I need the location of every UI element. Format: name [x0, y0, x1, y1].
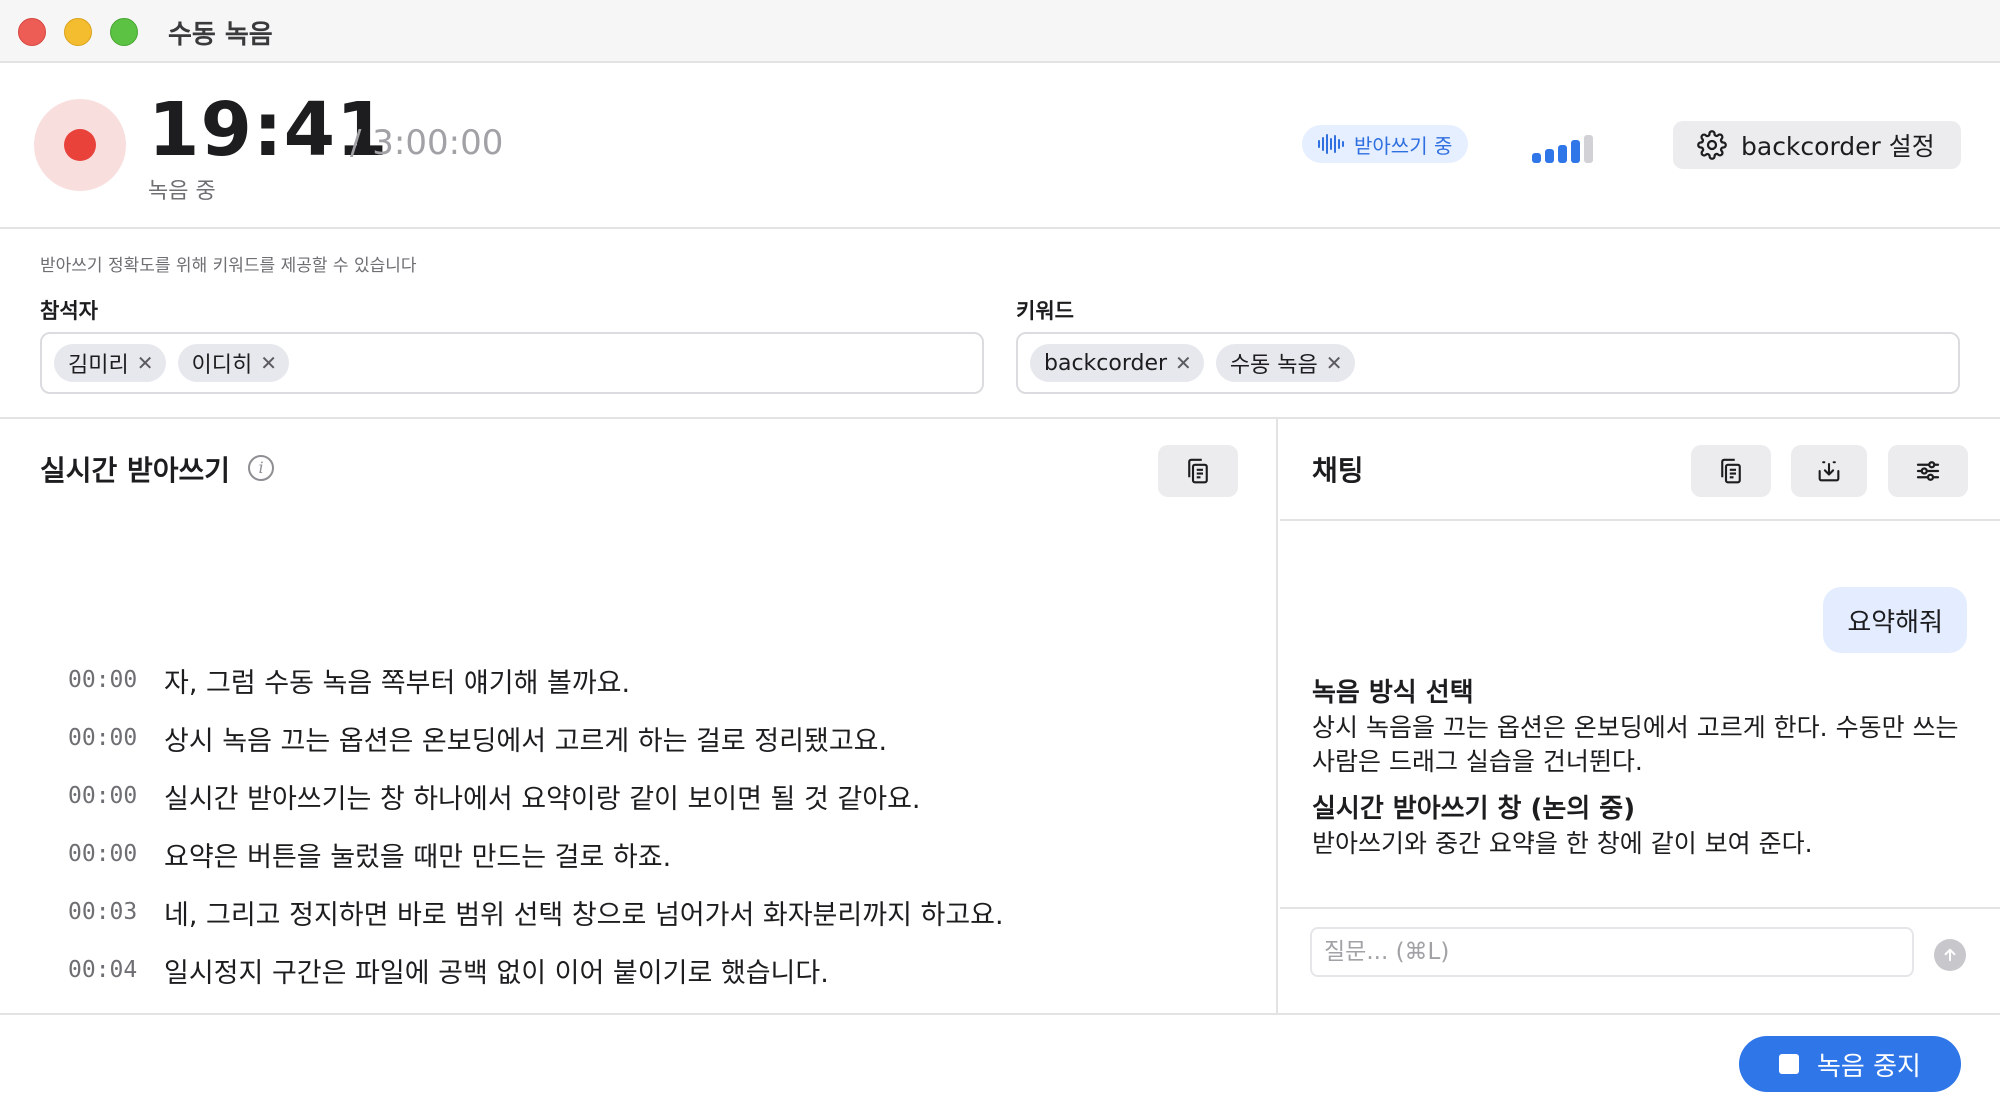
copy-transcript-button[interactable] [1158, 445, 1238, 497]
transcript-line: 00:00 요약은 버튼을 눌렀을 때만 만드는 걸로 하죠. [68, 825, 1004, 883]
recording-status: 녹음 중 [148, 179, 216, 204]
transcript-timestamp[interactable]: 00:00 [68, 725, 164, 751]
settings-button-label: backcorder 설정 [1741, 132, 1935, 161]
transcript-timestamp[interactable]: 00:00 [68, 667, 164, 693]
audio-level-meter [1532, 133, 1612, 163]
level-bar [1571, 140, 1580, 163]
transcript-line: 00:00 자, 그럼 수동 녹음 쪽부터 얘기해 볼까요. [68, 651, 1004, 709]
transcript-timestamp[interactable]: 00:00 [68, 783, 164, 809]
copy-icon [1721, 458, 1741, 484]
level-bar [1558, 145, 1567, 163]
transcript-panel: 실시간 받아쓰기 i 00:00 자, 그럼 수동 녹음 쪽부터 얘기해 볼까요.… [0, 419, 1278, 1013]
participant-chip-label: 이디히 [191, 353, 253, 378]
waveform-icon [1318, 134, 1344, 154]
chat-options-button[interactable] [1888, 445, 1968, 497]
summary-body: 상시 녹음을 끄는 옵션은 온보딩에서 고르게 한다. 수동만 쓰는 사람은 드… [1312, 713, 1959, 776]
send-button[interactable] [1934, 939, 1966, 971]
transcribing-label: 받아쓰기 중 [1354, 133, 1453, 158]
transcript-line: 00:00 실시간 받아쓰기는 창 하나에서 요약이랑 같이 보이면 될 것 같아… [68, 767, 1004, 825]
chat-panel: 채팅 요약해줘 녹음 방식 선택 상시 녹음을 끄는 옵션은 온보딩에서 고르게… [1280, 419, 2000, 1013]
stop-icon [1779, 1054, 1800, 1074]
chat-header: 채팅 [1280, 419, 2000, 521]
record-dot-icon [64, 129, 96, 161]
summary-body: 받아쓰기와 중간 요약을 한 창에 같이 보여 준다. [1312, 829, 1813, 858]
transcript-line: 00:04 일시정지 구간은 파일에 공백 없이 이어 붙이기로 했습니다. [68, 941, 1004, 999]
transcript-timestamp[interactable]: 00:03 [68, 899, 164, 925]
level-bar [1545, 149, 1554, 163]
keyword-chip: backcorder ✕ [1030, 344, 1204, 382]
summary-heading: 녹음 방식 선택 [1312, 678, 1474, 708]
download-chat-button[interactable] [1791, 445, 1867, 497]
remove-chip-icon[interactable]: ✕ [1326, 351, 1343, 375]
keyword-chip-label: 수동 녹음 [1229, 353, 1318, 378]
summary-heading: 실시간 받아쓰기 창 (논의 중) [1312, 794, 1636, 824]
keyword-hint: 받아쓰기 정확도를 위해 키워드를 제공할 수 있습니다 [40, 256, 417, 276]
transcript-lines: 00:00 자, 그럼 수동 녹음 쪽부터 얘기해 볼까요. 00:00 상시 녹음… [68, 651, 1004, 999]
footer-bar: 녹음 중지 [0, 1013, 2000, 1111]
chat-composer [1280, 907, 2000, 1013]
transcript-text: 일시정지 구간은 파일에 공백 없이 이어 붙이기로 했습니다. [164, 957, 829, 989]
time-limit: / 3:00:00 [350, 123, 504, 163]
transcript-text: 자, 그럼 수동 녹음 쪽부터 얘기해 볼까요. [164, 667, 631, 699]
transcript-title: 실시간 받아쓰기 [40, 454, 231, 487]
user-message-bubble: 요약해줘 [1823, 587, 1967, 653]
keywords-label: 키워드 [1016, 299, 1074, 323]
arrow-up-icon [1944, 948, 1956, 962]
level-bar [1584, 135, 1593, 163]
transcript-line: 00:00 상시 녹음 끄는 옵션은 온보딩에서 고르게 하는 걸로 정리됐고요. [68, 709, 1004, 767]
transcript-line: 00:03 네, 그리고 정지하면 바로 범위 선택 창으로 넘어가서 화자분리까… [68, 883, 1004, 941]
assistant-summary: 녹음 방식 선택 상시 녹음을 끄는 옵션은 온보딩에서 고르게 한다. 수동만… [1312, 675, 1972, 873]
info-icon[interactable]: i [248, 455, 274, 481]
remove-chip-icon[interactable]: ✕ [137, 351, 154, 375]
window-minimize-button[interactable] [64, 18, 92, 46]
keyword-chip-label: backcorder [1044, 350, 1168, 376]
participant-chip-label: 김미리 [68, 353, 129, 378]
gear-icon [1697, 130, 1727, 160]
keyword-chip: 수동 녹음 ✕ [1215, 344, 1355, 382]
remove-chip-icon[interactable]: ✕ [1175, 351, 1192, 375]
record-indicator [34, 99, 126, 191]
remove-chip-icon[interactable]: ✕ [260, 351, 277, 375]
copy-chat-button[interactable] [1691, 445, 1771, 497]
transcript-text: 요약은 버튼을 눌렀을 때만 만드는 걸로 하죠. [164, 841, 672, 873]
transcribing-badge: 받아쓰기 중 [1302, 125, 1469, 163]
title-bar: 수동 녹음 [0, 0, 2000, 63]
transcript-text: 실시간 받아쓰기는 창 하나에서 요약이랑 같이 보이면 될 것 같아요. [164, 783, 921, 815]
stop-recording-button[interactable]: 녹음 중지 [1739, 1036, 1961, 1092]
participant-chip: 이디히 ✕ [177, 344, 289, 382]
window-title: 수동 녹음 [168, 20, 273, 50]
participants-field[interactable]: 김미리 ✕ 이디히 ✕ [40, 332, 984, 394]
settings-button[interactable]: backcorder 설정 [1673, 121, 1961, 169]
chat-question-input[interactable] [1310, 927, 1914, 977]
recording-header: 19:41 / 3:00:00 녹음 중 받아쓰기 중 backcorder 설… [0, 63, 2000, 229]
download-icon [1818, 461, 1840, 482]
sliders-icon [1916, 461, 1940, 481]
transcript-text: 상시 녹음 끄는 옵션은 온보딩에서 고르게 하는 걸로 정리됐고요. [164, 725, 888, 757]
participants-label: 참석자 [40, 299, 98, 323]
stop-recording-label: 녹음 중지 [1817, 1051, 1921, 1082]
transcript-timestamp[interactable]: 00:04 [68, 957, 164, 983]
level-bar [1532, 153, 1541, 163]
transcript-text: 네, 그리고 정지하면 바로 범위 선택 창으로 넘어가서 화자분리까지 하고요… [164, 899, 1004, 931]
keyword-section: 받아쓰기 정확도를 위해 키워드를 제공할 수 있습니다 참석자 김미리 ✕ 이… [0, 229, 2000, 419]
transcript-timestamp[interactable]: 00:00 [68, 841, 164, 867]
copy-icon [1188, 458, 1208, 484]
window-zoom-button[interactable] [110, 18, 138, 46]
keywords-field[interactable]: backcorder ✕ 수동 녹음 ✕ [1016, 332, 1960, 394]
participant-chip: 김미리 ✕ [54, 344, 166, 382]
window-close-button[interactable] [18, 18, 46, 46]
chat-title: 채팅 [1312, 454, 1364, 487]
